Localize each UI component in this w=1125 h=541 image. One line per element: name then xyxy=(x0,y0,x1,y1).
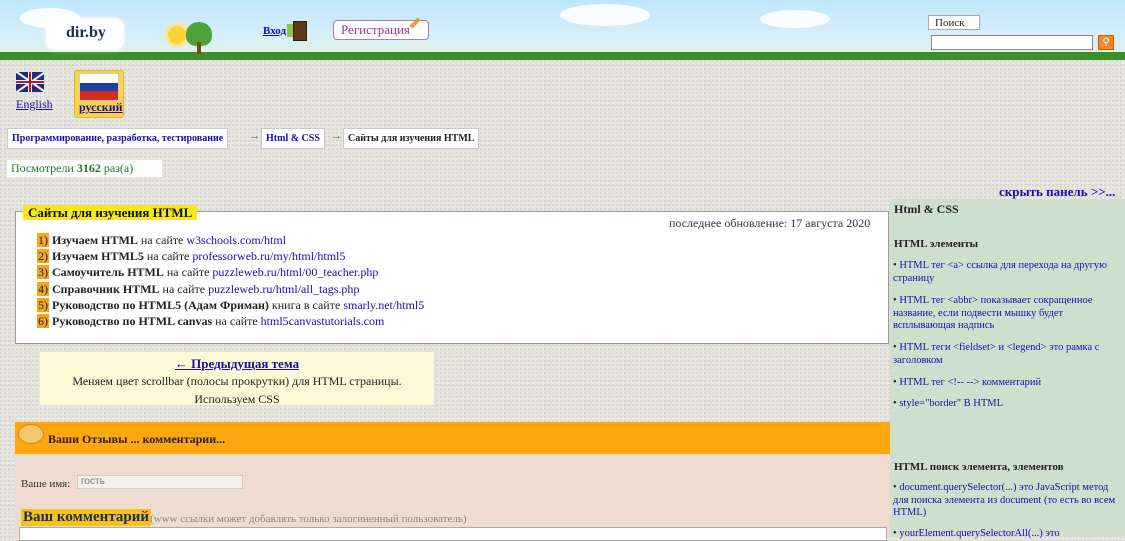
breadcrumb-link[interactable]: Программирование, разработка, тестирован… xyxy=(12,133,223,144)
search-input[interactable] xyxy=(931,35,1093,50)
comment-textarea[interactable] xyxy=(19,527,887,541)
sidebar-link[interactable]: style="border" В HTML xyxy=(899,398,1003,409)
list-item: 1) Изучаем HTML на сайте w3schools.com/h… xyxy=(37,233,287,247)
list-item: 4) Справочник HTML на сайте puzzleweb.ru… xyxy=(37,281,360,296)
comment-note: (www ссылки может добавлять только залог… xyxy=(150,513,467,525)
breadcrumb-link[interactable]: Html & CSS xyxy=(266,133,320,144)
resource-link[interactable]: html5canvastutorials.com xyxy=(261,314,385,328)
name-label: Ваше имя: xyxy=(21,478,71,490)
previous-topic-link[interactable]: ← Предыдущая тема xyxy=(40,356,434,372)
sidebar-link[interactable]: document.querySelector(...) это JavaScri… xyxy=(893,482,1115,518)
sidebar-item[interactable]: • yourElement.querySelectorAll(...) это xyxy=(893,528,1123,541)
resource-link[interactable]: smarly.net/html5 xyxy=(343,298,424,312)
grass-decoration xyxy=(0,52,1125,60)
door-icon[interactable] xyxy=(287,21,307,41)
login-link[interactable]: Вход xyxy=(263,25,286,37)
hide-panel-link[interactable]: скрыть панель >>... xyxy=(999,184,1115,200)
sidebar-link[interactable]: HTML теги <fieldset> и <legend> это рамк… xyxy=(893,342,1099,366)
view-counter: Посмотрели 3162 раз(а) xyxy=(7,160,162,177)
article-title: Сайты для изучения HTML xyxy=(23,205,198,220)
sidebar-link[interactable]: HTML тег <abbr> показывает сокращенное н… xyxy=(893,295,1093,331)
previous-topic-description: Используем CSS xyxy=(194,392,280,406)
sidebar-item[interactable]: • HTML теги <fieldset> и <legend> это ра… xyxy=(893,342,1123,367)
cloud-decoration xyxy=(560,4,650,26)
comments-title: Ваши Отзывы ... комментарии... xyxy=(48,432,226,446)
site-logo[interactable]: dir.by xyxy=(66,24,106,42)
search-icon: ⚲ xyxy=(1102,37,1110,48)
sidebar-section-title: HTML поиск элемента, элементов xyxy=(894,461,1064,473)
sidebar-link[interactable]: yourElement.querySelectorAll(...) это xyxy=(899,528,1059,539)
english-flag-icon[interactable] xyxy=(16,72,44,92)
list-item: 5) Руководство по HTML5 (Адам Фриман) кн… xyxy=(37,297,425,312)
breadcrumb-item[interactable]: Html & CSS xyxy=(261,128,325,149)
sidebar-item[interactable]: • HTML тег <!-- --> комментарий xyxy=(893,377,1123,390)
sidebar-section-title: HTML элементы xyxy=(894,238,979,250)
sidebar-item[interactable]: • HTML тег <abbr> показывает сокращенное… xyxy=(893,295,1123,333)
list-item: 6) Руководство по HTML canvas на сайте h… xyxy=(37,313,385,328)
comments-bubble-icon xyxy=(18,424,44,444)
breadcrumb-arrow: → xyxy=(331,130,342,142)
breadcrumb-arrow: → xyxy=(249,130,260,142)
list-item: 3) Самоучитель HTML на сайте puzzleweb.r… xyxy=(37,265,379,280)
breadcrumb-item[interactable]: Программирование, разработка, тестирован… xyxy=(7,128,229,149)
sidebar-title: Html & CSS xyxy=(894,202,959,216)
language-english-link[interactable]: English xyxy=(16,97,53,112)
last-updated: последнее обновление: 17 августа 2020 xyxy=(669,216,871,230)
comment-label: Ваш комментарий xyxy=(21,509,151,526)
sun-icon xyxy=(168,26,186,44)
search-button[interactable]: ⚲ xyxy=(1098,35,1114,50)
previous-topic-box: ← Предыдущая тема Меняем цвет scrollbar … xyxy=(40,352,434,406)
search-label: Поиск xyxy=(928,15,980,30)
sidebar-link[interactable]: HTML тег <!-- --> комментарий xyxy=(899,377,1041,388)
resource-link[interactable]: puzzleweb.ru/html/00_teacher.php xyxy=(212,265,378,279)
cloud-decoration xyxy=(760,10,830,28)
view-count: 3162 xyxy=(76,161,101,175)
resource-list: 1) Изучаем HTML на сайте w3schools.com/h… xyxy=(37,232,424,329)
sidebar-item[interactable]: • HTML тег <a> ссылка для перехода на др… xyxy=(893,260,1123,285)
tree-trunk-icon xyxy=(197,42,201,54)
sidebar-link[interactable]: HTML тег <a> ссылка для перехода на друг… xyxy=(893,260,1107,284)
breadcrumb-current: Сайты для изучения HTML xyxy=(343,128,480,149)
russian-flag-icon[interactable] xyxy=(79,73,119,101)
language-russian-link[interactable]: русский xyxy=(79,100,123,115)
resource-link[interactable]: w3schools.com/html xyxy=(186,233,286,247)
list-item: 2) Изучаем HTML5 на сайте professorweb.r… xyxy=(37,249,346,264)
name-input[interactable] xyxy=(77,475,243,489)
sidebar-item[interactable]: • style="border" В HTML xyxy=(893,398,1123,411)
resource-link[interactable]: professorweb.ru/my/html/html5 xyxy=(192,249,345,263)
previous-topic-description: Меняем цвет scrollbar (полосы прокрутки)… xyxy=(72,374,402,388)
sidebar-item[interactable]: • document.querySelector(...) это JavaSc… xyxy=(893,482,1123,520)
resource-link[interactable]: puzzleweb.ru/html/all_tags.php xyxy=(208,282,359,296)
